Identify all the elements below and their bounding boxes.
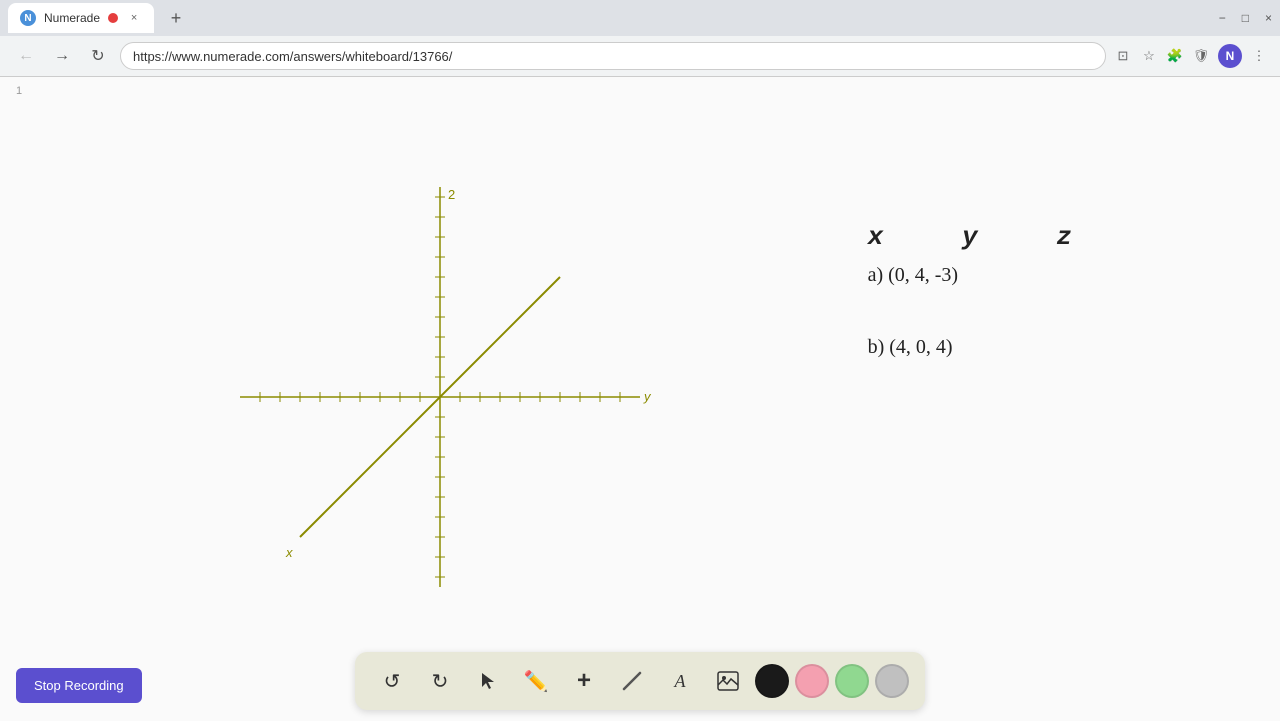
svg-text:y: y (643, 389, 652, 404)
answer-a: a) (0, 4, -3) (868, 259, 1080, 291)
pencil-tool-button[interactable]: ✏️ (515, 660, 557, 702)
bottom-toolbar: Stop Recording ↺ ↻ ✏️ + (0, 641, 1280, 721)
address-bar: ← → ↻ https://www.numerade.com/answers/w… (0, 36, 1280, 76)
toolbar-panel: ↺ ↻ ✏️ + A (355, 652, 925, 710)
url-bar[interactable]: https://www.numerade.com/answers/whitebo… (120, 42, 1106, 70)
url-text: https://www.numerade.com/answers/whitebo… (133, 49, 452, 64)
math-content: x y z a) (0, 4, -3) b) (4, 0, 4) (868, 217, 1080, 363)
svg-text:x: x (285, 545, 293, 560)
forward-button[interactable]: → (48, 42, 76, 70)
undo-button[interactable]: ↺ (371, 660, 413, 702)
browser-tab[interactable]: N Numerade × (8, 3, 154, 33)
main-content: 1 (0, 77, 1280, 721)
eraser-tool-button[interactable] (611, 660, 653, 702)
add-tool-button[interactable]: + (563, 660, 605, 702)
select-tool-button[interactable] (467, 660, 509, 702)
browser-chrome: N Numerade × + − □ × ← → ↻ https://www.n… (0, 0, 1280, 77)
redo-button[interactable]: ↻ (419, 660, 461, 702)
coordinate-grid: 2 y x (200, 157, 680, 637)
title-bar: N Numerade × + − □ × (0, 0, 1280, 36)
text-tool-button[interactable]: A (659, 660, 701, 702)
answer-b: b) (4, 0, 4) (868, 331, 1080, 363)
tab-close-button[interactable]: × (126, 10, 142, 26)
window-controls: − □ × (1219, 11, 1272, 25)
minimize-button[interactable]: − (1219, 11, 1226, 25)
recording-dot (108, 13, 118, 23)
color-black-swatch[interactable] (755, 664, 789, 698)
maximize-button[interactable]: □ (1242, 11, 1249, 25)
shield-icon[interactable]: 🛡 (1192, 47, 1210, 65)
new-tab-button[interactable]: + (162, 4, 190, 32)
image-tool-button[interactable] (707, 660, 749, 702)
bookmark-icon[interactable]: ☆ (1140, 47, 1158, 65)
tab-favicon: N (20, 10, 36, 26)
tab-title: Numerade (44, 11, 100, 25)
refresh-button[interactable]: ↻ (84, 42, 112, 70)
color-pink-swatch[interactable] (795, 664, 829, 698)
back-button[interactable]: ← (12, 42, 40, 70)
svg-text:2: 2 (448, 187, 455, 202)
close-button[interactable]: × (1265, 11, 1272, 25)
menu-icon[interactable]: ⋮ (1250, 47, 1268, 65)
color-green-swatch[interactable] (835, 664, 869, 698)
cast-icon[interactable]: ⊡ (1114, 47, 1132, 65)
stop-recording-button[interactable]: Stop Recording (16, 668, 142, 703)
color-gray-swatch[interactable] (875, 664, 909, 698)
profile-avatar[interactable]: N (1218, 44, 1242, 68)
extension-icon[interactable]: 🧩 (1166, 47, 1184, 65)
page-number: 1 (16, 85, 22, 97)
xyz-header: x y z (868, 217, 1080, 259)
toolbar-icons: ⊡ ☆ 🧩 🛡 N ⋮ (1114, 44, 1268, 68)
